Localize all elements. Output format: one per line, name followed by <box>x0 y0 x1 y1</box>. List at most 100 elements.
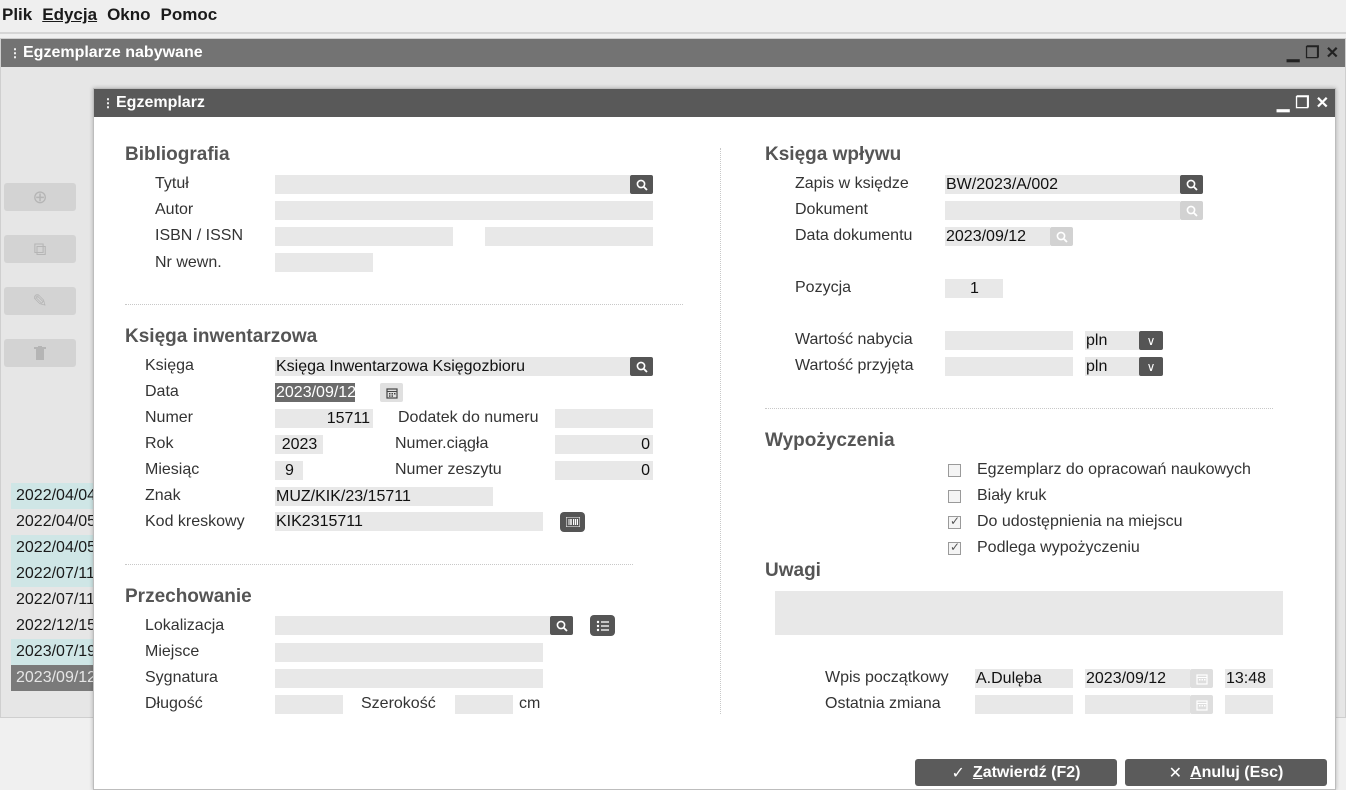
list-item[interactable]: 2022/12/15 <box>11 613 96 639</box>
acquisition-currency-dropdown[interactable]: ∨ <box>1139 331 1163 350</box>
entry-search-button[interactable] <box>1180 175 1203 194</box>
location-search-button[interactable] <box>550 616 573 635</box>
internal-number-label: Nr wewn. <box>155 254 222 271</box>
entry-field[interactable]: BW/2023/A/002 <box>945 175 1180 194</box>
length-field[interactable] <box>275 695 343 714</box>
bg-window-controls: ▁ ❐ ✕ <box>1287 39 1339 67</box>
location-field[interactable] <box>275 616 550 635</box>
divider <box>125 564 633 565</box>
list-item[interactable]: 2022/07/11 <box>11 587 95 613</box>
issn-field[interactable] <box>485 227 653 246</box>
list-item[interactable]: 2022/04/05 <box>11 509 96 535</box>
document-date-field[interactable]: 2023/09/12 <box>945 227 1050 246</box>
menu-edit[interactable]: Edycja <box>42 5 97 25</box>
internal-number-field[interactable] <box>275 253 373 272</box>
location-label: Lokalizacja <box>145 617 225 634</box>
scientific-checkbox[interactable] <box>948 464 961 477</box>
title-search-button[interactable] <box>630 175 653 194</box>
divider <box>125 304 683 305</box>
restore-icon[interactable]: ❐ <box>1295 93 1309 113</box>
author-field[interactable] <box>275 201 653 220</box>
place-field[interactable] <box>275 643 543 662</box>
minimize-icon[interactable]: ▁ <box>1277 93 1289 113</box>
menu-file[interactable]: Plik <box>2 5 32 25</box>
accepted-currency-dropdown[interactable]: ∨ <box>1139 357 1163 376</box>
menu-help[interactable]: Pomoc <box>161 5 218 25</box>
notes-textarea[interactable] <box>775 591 1283 635</box>
dialog-title: Egzemplarz <box>116 94 205 111</box>
document-date-label: Data dokumentu <box>795 227 913 244</box>
list-item[interactable]: 2022/07/11 <box>11 561 95 587</box>
section-loans: Wypożyczenia <box>765 430 895 451</box>
accepted-currency-select[interactable]: pln <box>1085 357 1139 376</box>
copy-button[interactable]: ⧉ <box>4 235 76 263</box>
list-item[interactable]: 2023/07/19 <box>11 639 96 665</box>
acquisition-value-field[interactable] <box>945 331 1073 350</box>
chevron-down-icon: ∨ <box>1146 333 1156 348</box>
width-label: Szerokość <box>361 695 436 712</box>
acquisition-currency-select[interactable]: pln <box>1085 331 1139 350</box>
initial-date-picker[interactable] <box>1190 669 1213 688</box>
date-picker-button[interactable] <box>380 383 403 402</box>
month-field[interactable]: 9 <box>275 461 303 480</box>
lendable-checkbox[interactable] <box>948 540 961 555</box>
bg-window-titlebar[interactable]: ⋮ Egzemplarze nabywane ▁ ❐ ✕ <box>1 39 1345 67</box>
barcode-button[interactable] <box>560 512 585 532</box>
document-search-button[interactable] <box>1180 201 1203 220</box>
plus-circle-icon: ⊕ <box>32 186 48 207</box>
place-label: Miejsce <box>145 643 200 660</box>
on-site-label: Do udostępnienia na miejscu <box>977 513 1183 530</box>
menu-window[interactable]: Okno <box>107 5 150 25</box>
year-field[interactable]: 2023 <box>275 435 323 454</box>
section-bibliography: Bibliografia <box>125 144 230 165</box>
on-site-checkbox[interactable] <box>948 514 961 529</box>
grip-icon: ⋮ <box>102 96 114 110</box>
number-field[interactable]: 15711 <box>275 409 373 428</box>
month-label: Miesiąc <box>145 461 200 478</box>
document-field[interactable] <box>945 201 1180 220</box>
isbn-label: ISBN / ISSN <box>155 227 244 244</box>
list-item[interactable]: 2022/04/04 <box>11 483 96 509</box>
date-field[interactable]: 2023/09/12 <box>275 383 355 402</box>
lendable-label: Podlega wypożyczeniu <box>977 539 1140 556</box>
isbn-field[interactable] <box>275 227 453 246</box>
length-label: Długość <box>145 695 203 712</box>
confirm-button[interactable]: ✓ Zatwierdź (F2) <box>915 759 1117 786</box>
sign-field[interactable]: MUZ/KIK/23/15711 <box>275 487 493 506</box>
delete-button[interactable] <box>4 339 76 367</box>
book-search-button[interactable] <box>630 357 653 376</box>
accepted-value-field[interactable] <box>945 357 1073 376</box>
cancel-label: Anuluj (Esc) <box>1190 763 1284 781</box>
signature-field[interactable] <box>275 669 543 688</box>
last-change-date-picker[interactable] <box>1190 695 1213 714</box>
suffix-field[interactable] <box>555 409 653 428</box>
position-field[interactable]: 1 <box>945 279 1003 298</box>
restore-icon[interactable]: ❐ <box>1305 43 1319 63</box>
list-item[interactable]: 2022/04/05 <box>11 535 96 561</box>
book-field[interactable]: Księga Inwentarzowa Księgozbioru <box>275 357 630 376</box>
issue-number-field[interactable]: 0 <box>555 461 653 480</box>
continuous-number-field[interactable]: 0 <box>555 435 653 454</box>
width-field[interactable] <box>455 695 513 714</box>
number-label: Numer <box>145 409 194 426</box>
rare-item-checkbox[interactable] <box>948 490 961 503</box>
cancel-button[interactable]: ✕ Anuluj (Esc) <box>1125 759 1327 786</box>
section-notes: Uwagi <box>765 560 821 581</box>
author-label: Autor <box>155 201 194 218</box>
minimize-icon[interactable]: ▁ <box>1287 43 1299 63</box>
signature-label: Sygnatura <box>145 669 218 686</box>
list-item-selected[interactable]: 2023/09/12 <box>11 665 96 691</box>
title-field[interactable] <box>275 175 630 194</box>
edit-button[interactable]: ✎ <box>4 287 76 315</box>
add-button[interactable]: ⊕ <box>4 183 76 211</box>
accepted-value-label: Wartość przyjęta <box>795 357 914 374</box>
initial-user-field: A.Dulęba <box>975 669 1073 688</box>
document-date-search-button[interactable] <box>1050 227 1073 246</box>
close-icon[interactable]: ✕ <box>1326 43 1339 63</box>
barcode-field[interactable]: KIK2315711 <box>275 512 543 531</box>
section-acquisition-book: Księga wpływu <box>765 144 902 165</box>
last-change-user-field <box>975 695 1073 714</box>
dialog-titlebar[interactable]: ⋮ Egzemplarz ▁ ❐ ✕ <box>94 89 1335 117</box>
close-icon[interactable]: ✕ <box>1316 93 1329 113</box>
location-list-button[interactable] <box>590 615 615 636</box>
